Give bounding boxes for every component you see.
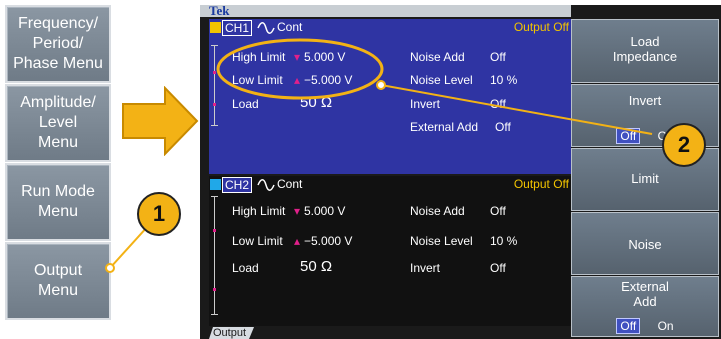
right-arrow-icon bbox=[122, 86, 199, 156]
noise-label: Noise bbox=[628, 237, 662, 252]
ch2-low-limit-label: Low Limit bbox=[232, 234, 283, 248]
ch2-noise-add-value: Off bbox=[490, 204, 506, 218]
ch1-level-tick-top bbox=[211, 45, 218, 46]
sine-wave-icon bbox=[257, 179, 275, 191]
ch1-noise-level-label: Noise Level bbox=[410, 73, 473, 87]
ch2-run-mode: Cont bbox=[277, 177, 303, 191]
callout-1-badge: 1 bbox=[137, 192, 181, 236]
ch1-noise-add-value: Off bbox=[490, 50, 506, 64]
sine-wave-icon bbox=[257, 22, 275, 34]
ch1-load-label: Load bbox=[232, 97, 259, 111]
up-triangle-icon: ▴ bbox=[294, 73, 301, 87]
ch1-label: CH1 bbox=[222, 20, 253, 36]
external-add-button[interactable]: External Add Off On bbox=[571, 276, 719, 337]
ch2-high-limit-value: 5.000 V bbox=[304, 204, 346, 218]
ch2-noise-level-value: 10 % bbox=[490, 234, 518, 248]
invert-off-option: Off bbox=[616, 128, 641, 144]
amplitude-level-menu-button[interactable]: Amplitude/ Level Menu bbox=[5, 84, 111, 162]
external-add-toggle: Off On bbox=[572, 318, 718, 334]
ch1-level-tick-bottom bbox=[211, 125, 218, 126]
ch1-external-add-value: Off bbox=[495, 120, 511, 134]
ch1-low-limit-value: −5.000 V bbox=[304, 73, 353, 87]
noise-button[interactable]: Noise bbox=[571, 212, 719, 275]
ch1-level-marker-a bbox=[213, 71, 216, 74]
down-triangle-icon: ▾ bbox=[294, 50, 301, 64]
run-mode-menu-button[interactable]: Run Mode Menu bbox=[5, 163, 111, 241]
ch1-invert-label: Invert bbox=[410, 97, 441, 111]
frequency-period-phase-menu-button[interactable]: Frequency/ Period/ Phase Menu bbox=[5, 5, 111, 83]
ch1-level-marker-b bbox=[213, 103, 216, 106]
ch1-color-square bbox=[210, 22, 221, 33]
brand-logo: Tek bbox=[200, 4, 571, 17]
instrument-screen: Tek CH1 Cont Output Off High Limit ▾ 5.0… bbox=[200, 4, 721, 339]
ch1-invert-value: Off bbox=[490, 97, 506, 111]
load-impedance-button[interactable]: Load Impedance bbox=[571, 19, 719, 83]
callout-2-badge: 2 bbox=[662, 123, 706, 167]
limit-label: Limit bbox=[631, 171, 659, 186]
external-add-on-option: On bbox=[657, 319, 674, 333]
output-menu-button[interactable]: Output Menu bbox=[5, 242, 111, 320]
ch2-color-square bbox=[210, 179, 221, 190]
ch2-level-tick-bottom bbox=[211, 314, 218, 315]
down-triangle-icon: ▾ bbox=[294, 204, 301, 218]
ch1-noise-level-value: 10 % bbox=[490, 73, 518, 87]
ch1-run-mode: Cont bbox=[277, 20, 303, 34]
ch1-high-limit-value: 5.000 V bbox=[304, 50, 346, 64]
ch2-noise-level-label: Noise Level bbox=[410, 234, 473, 248]
ch1-load-value: 50 Ω bbox=[300, 94, 333, 111]
ch2-invert-label: Invert bbox=[410, 261, 441, 275]
ch2-level-tick-top bbox=[211, 196, 218, 197]
ch2-invert-value: Off bbox=[490, 261, 506, 275]
ch2-high-limit-label: High Limit bbox=[232, 204, 286, 218]
ch1-output-status: Output Off bbox=[513, 20, 569, 34]
ch2-load-label: Load bbox=[232, 261, 259, 275]
ch2-noise-add-label: Noise Add bbox=[410, 204, 465, 218]
ch2-header: CH2 Cont Output Off bbox=[209, 176, 571, 194]
external-add-label: External Add bbox=[621, 279, 669, 309]
external-add-off-option: Off bbox=[616, 318, 641, 334]
ch2-level-bar bbox=[214, 196, 215, 314]
ch1-noise-add-label: Noise Add bbox=[410, 50, 465, 64]
ch1-header: CH1 Cont Output Off bbox=[209, 19, 571, 37]
ch2-label: CH2 bbox=[222, 177, 253, 193]
ch1-low-limit-label: Low Limit bbox=[232, 73, 283, 87]
output-tab[interactable]: Output bbox=[209, 327, 254, 339]
load-impedance-label: Load Impedance bbox=[612, 34, 678, 64]
ch1-high-limit-label: High Limit bbox=[232, 50, 286, 64]
ch2-panel: CH2 Cont Output Off High Limit ▾ 5.000 V… bbox=[209, 176, 571, 326]
ch2-load-value: 50 Ω bbox=[300, 258, 333, 275]
ch1-external-add-label: External Add bbox=[410, 120, 479, 134]
ch2-low-limit-value: −5.000 V bbox=[304, 234, 353, 248]
ch2-level-marker-b bbox=[213, 288, 216, 291]
up-triangle-icon: ▴ bbox=[294, 234, 301, 248]
ch1-level-bar bbox=[214, 45, 215, 125]
ch1-panel: CH1 Cont Output Off High Limit ▾ 5.000 V… bbox=[209, 19, 571, 174]
ch2-level-marker-a bbox=[213, 229, 216, 232]
invert-label: Invert bbox=[628, 93, 662, 108]
ch2-output-status: Output Off bbox=[513, 177, 569, 191]
